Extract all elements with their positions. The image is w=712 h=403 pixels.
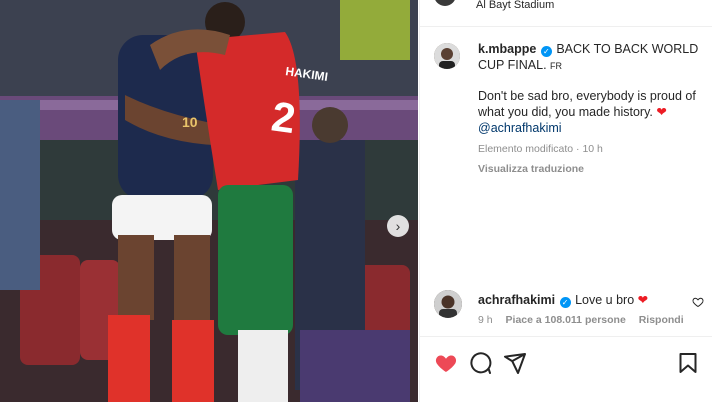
caption-avatar[interactable] [434, 43, 460, 69]
like-heart-icon[interactable] [434, 351, 458, 375]
action-bar [420, 336, 712, 403]
comment-text-line: achrafhakimi ✓ Love u bro ❤ [478, 292, 648, 308]
post-image[interactable]: HAKIMI 2 10 › [0, 0, 418, 402]
language-tag: FR [550, 61, 563, 71]
caption-username[interactable]: k.mbappe [478, 42, 536, 56]
verified-badge-icon: ✓ [540, 46, 552, 57]
author-avatar[interactable] [434, 0, 456, 6]
comment-avatar[interactable] [434, 290, 462, 318]
location-link[interactable]: Al Bayt Stadium [476, 0, 554, 11]
post-photo: HAKIMI 2 10 [0, 0, 418, 402]
share-icon[interactable] [503, 351, 527, 375]
bookmark-icon[interactable] [676, 351, 700, 375]
caption-edited-time: Elemento modificato · 10 h [478, 143, 603, 155]
caption-body: Don't be sad bro, everybody is proud of … [478, 88, 700, 136]
comment-username[interactable]: achrafhakimi [478, 293, 555, 307]
post-header: Al Bayt Stadium [420, 0, 712, 27]
red-heart-emoji-icon: ❤ [656, 105, 667, 119]
caption: k.mbappe ✓ BACK TO BACK WORLD CUP FINAL.… [478, 41, 700, 177]
comment-icon[interactable] [468, 351, 492, 375]
red-heart-emoji-icon: ❤ [637, 293, 649, 307]
chevron-right-icon: › [395, 218, 401, 234]
comment-like-heart-icon[interactable] [692, 296, 704, 308]
next-image-button[interactable]: › [387, 215, 409, 237]
comment-likes[interactable]: Piace a 108.011 persone [506, 314, 626, 326]
france-jersey-number: 10 [182, 114, 198, 130]
comment-meta: 9 h Piace a 108.011 persone Rispondi [478, 314, 694, 326]
verified-badge-icon: ✓ [559, 297, 571, 308]
post-details-panel: Al Bayt Stadium k.mbappe ✓ BACK TO BACK … [419, 0, 712, 402]
mention-link[interactable]: @achrafhakimi [478, 121, 562, 135]
caption-header: k.mbappe ✓ BACK TO BACK WORLD CUP FINAL.… [478, 41, 700, 74]
reply-button[interactable]: Rispondi [639, 314, 684, 326]
see-translation-button[interactable]: Visualizza traduzione [478, 161, 700, 177]
comment-message: Love u bro [575, 293, 635, 307]
comment-time: 9 h [478, 314, 493, 326]
